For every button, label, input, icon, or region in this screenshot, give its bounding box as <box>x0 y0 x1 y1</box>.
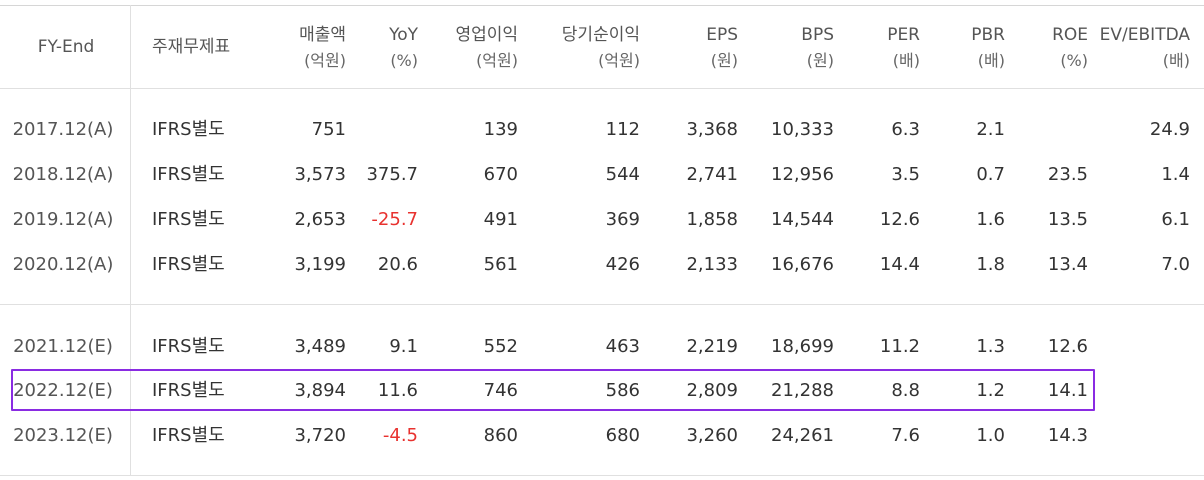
cell-main-statement: IFRS별도 <box>152 425 225 446</box>
cell-operating-profit: 139 <box>483 119 518 140</box>
header-operating-profit: 영업이익 (억원) <box>455 25 518 70</box>
cell-roe: 14.3 <box>1047 425 1088 446</box>
cell-pbr: 2.1 <box>976 119 1005 140</box>
cell-pbr: 0.7 <box>976 164 1005 185</box>
cell-pbr: 1.8 <box>976 254 1005 275</box>
table-row: 2021.12(E) IFRS별도 3,489 9.1 552 463 2,219 18,69… <box>0 325 1204 369</box>
cell-eps: 1,858 <box>686 209 738 230</box>
cell-fy-end: 2018.12(A) <box>12 164 114 185</box>
cell-eps: 2,133 <box>686 254 738 275</box>
cell-fy-end: 2020.12(A) <box>12 254 114 275</box>
table-bottom-border <box>0 475 1204 476</box>
cell-revenue: 3,720 <box>294 425 346 446</box>
cell-ev-ebitda <box>1094 414 1190 458</box>
cell-bps: 12,956 <box>771 164 834 185</box>
cell-revenue: 3,199 <box>294 254 346 275</box>
cell-eps: 2,741 <box>686 164 738 185</box>
cell-yoy: 375.7 <box>366 164 418 185</box>
cell-net-income: 112 <box>605 119 640 140</box>
cell-bps: 18,699 <box>771 336 834 357</box>
cell-fy-end: 2017.12(A) <box>12 119 114 140</box>
cell-main-statement: IFRS별도 <box>152 336 225 357</box>
cell-net-income: 463 <box>605 336 640 357</box>
header-pbr: PBR (배) <box>971 25 1005 70</box>
cell-per: 11.2 <box>879 336 920 357</box>
cell-bps: 24,261 <box>771 425 834 446</box>
table-top-border <box>0 5 1204 6</box>
cell-ev-ebitda: 24.9 <box>1149 119 1190 140</box>
header-main-statement: 주재무제표 <box>152 37 231 57</box>
highlight-box <box>11 369 1095 411</box>
header-net-income: 당기순이익 (억원) <box>561 25 640 70</box>
header-ev-ebitda: EV/EBITDA (배) <box>1099 25 1190 70</box>
cell-pbr: 1.6 <box>976 209 1005 230</box>
cell-operating-profit: 491 <box>483 209 518 230</box>
cell-revenue: 3,573 <box>294 164 346 185</box>
cell-per: 6.3 <box>891 119 920 140</box>
cell-per: 3.5 <box>891 164 920 185</box>
cell-yoy: 20.6 <box>377 254 418 275</box>
cell-operating-profit: 860 <box>483 425 518 446</box>
cell-revenue: 751 <box>311 119 346 140</box>
cell-yoy <box>350 108 418 152</box>
cell-ev-ebitda <box>1094 325 1190 369</box>
cell-fy-end: 2021.12(E) <box>13 336 113 357</box>
cell-net-income: 680 <box>605 425 640 446</box>
header-divider <box>0 88 1204 89</box>
table-row: 2018.12(A) IFRS별도 3,573 375.7 670 544 2,741 12,… <box>0 153 1204 197</box>
cell-ev-ebitda: 6.1 <box>1161 209 1190 230</box>
cell-roe: 12.6 <box>1047 336 1088 357</box>
cell-pbr: 1.3 <box>976 336 1005 357</box>
table-row: 2019.12(A) IFRS별도 2,653 -25.7 491 369 1,858 14,… <box>0 198 1204 242</box>
cell-roe: 13.4 <box>1047 254 1088 275</box>
cell-bps: 14,544 <box>771 209 834 230</box>
cell-bps: 10,333 <box>771 119 834 140</box>
cell-net-income: 369 <box>605 209 640 230</box>
cell-ev-ebitda <box>1094 369 1190 413</box>
cell-revenue: 3,489 <box>294 336 346 357</box>
cell-operating-profit: 552 <box>483 336 518 357</box>
cell-main-statement: IFRS별도 <box>152 209 225 230</box>
cell-operating-profit: 670 <box>483 164 518 185</box>
cell-roe <box>1018 108 1088 152</box>
cell-per: 12.6 <box>879 209 920 230</box>
cell-revenue: 2,653 <box>294 209 346 230</box>
header-roe: ROE (%) <box>1052 25 1088 70</box>
header-fy-end: FY-End <box>37 37 95 57</box>
cell-yoy: -4.5 <box>382 425 418 446</box>
header-bps: BPS (원) <box>801 25 834 70</box>
cell-ev-ebitda: 1.4 <box>1161 164 1190 185</box>
header-eps: EPS (원) <box>706 25 738 70</box>
cell-eps: 2,219 <box>686 336 738 357</box>
cell-per: 7.6 <box>891 425 920 446</box>
cell-yoy: 9.1 <box>389 336 418 357</box>
cell-per: 14.4 <box>879 254 920 275</box>
actual-estimate-divider <box>0 304 1204 305</box>
cell-main-statement: IFRS별도 <box>152 254 225 275</box>
header-revenue: 매출액 (억원) <box>299 25 346 70</box>
cell-eps: 3,260 <box>686 425 738 446</box>
cell-pbr: 1.0 <box>976 425 1005 446</box>
table-row: 2020.12(A) IFRS별도 3,199 20.6 561 426 2,133 16,6… <box>0 243 1204 287</box>
cell-net-income: 544 <box>605 164 640 185</box>
cell-fy-end: 2023.12(E) <box>13 425 113 446</box>
header-per: PER (배) <box>887 25 920 70</box>
cell-eps: 3,368 <box>686 119 738 140</box>
table-row: 2017.12(A) IFRS별도 751 139 112 3,368 10,333 6.3 2… <box>0 108 1204 152</box>
cell-fy-end: 2019.12(A) <box>12 209 114 230</box>
header-yoy: YoY (%) <box>389 25 418 70</box>
cell-net-income: 426 <box>605 254 640 275</box>
cell-ev-ebitda: 7.0 <box>1161 254 1190 275</box>
cell-main-statement: IFRS별도 <box>152 164 225 185</box>
cell-operating-profit: 561 <box>483 254 518 275</box>
table-row: 2023.12(E) IFRS별도 3,720 -4.5 860 680 3,260 24,2… <box>0 414 1204 458</box>
cell-yoy: -25.7 <box>371 209 418 230</box>
cell-roe: 13.5 <box>1047 209 1088 230</box>
cell-bps: 16,676 <box>771 254 834 275</box>
cell-main-statement: IFRS별도 <box>152 119 225 140</box>
cell-roe: 23.5 <box>1047 164 1088 185</box>
